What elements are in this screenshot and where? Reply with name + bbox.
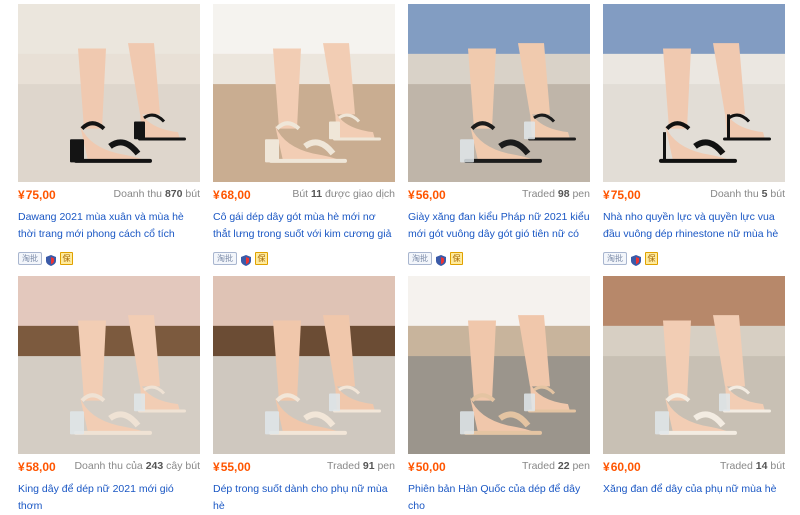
guarantee-badge[interactable]: 保 (255, 251, 268, 265)
sales-suffix: pen (572, 188, 590, 200)
product-price: ¥68,00 (213, 188, 251, 202)
guarantee-badge[interactable]: 保 (645, 251, 658, 265)
currency-symbol: ¥ (408, 188, 415, 202)
sales-suffix: bút (770, 460, 785, 472)
sales-prefix: Traded (327, 460, 360, 472)
guarantee-badge[interactable]: 保 (450, 251, 463, 265)
product-title-link[interactable]: Giày xăng đan kiểu Pháp nữ 2021 kiểu mới… (408, 209, 590, 243)
product-badges: 淘批 保 (18, 251, 73, 266)
sales-count: Traded 91 pen (327, 460, 395, 472)
sales-suffix: bút (185, 188, 200, 200)
product-title-link[interactable]: Dawang 2021 mùa xuân và mùa hè thời tran… (18, 209, 200, 243)
sales-prefix: Traded (522, 460, 555, 472)
product-image[interactable] (603, 4, 785, 182)
sales-count: Traded 14 bút (720, 460, 785, 472)
price-value: 75,00 (610, 188, 641, 202)
product-image[interactable] (18, 4, 200, 182)
sales-suffix: cây bút (166, 460, 200, 472)
sales-number: 11 (311, 188, 323, 200)
sales-number: 243 (145, 460, 164, 472)
product-price: ¥55,00 (213, 460, 251, 474)
sales-suffix: pen (377, 460, 395, 472)
wholesale-badge[interactable]: 淘批 (408, 251, 432, 265)
sales-count: Bút 11 được giao dịch (292, 188, 395, 200)
shield-icon[interactable] (436, 253, 446, 266)
sales-prefix: Doanh thu (710, 188, 759, 200)
sales-suffix: pen (572, 460, 590, 472)
price-value: 56,00 (415, 188, 446, 202)
price-value: 60,00 (610, 460, 641, 474)
product-title-link[interactable]: Dép trong suốt dành cho phụ nữ mùa hè (213, 481, 395, 515)
product-price: ¥60,00 (603, 460, 641, 474)
sales-count: Doanh thu 5 bút (710, 188, 785, 200)
product-image[interactable] (408, 276, 590, 454)
product-title-link[interactable]: Cô gái dép dây gót mùa hè mới nơ thắt lư… (213, 209, 395, 243)
currency-symbol: ¥ (213, 460, 220, 474)
price-value: 68,00 (220, 188, 251, 202)
sales-number: 14 (755, 460, 768, 472)
product-price: ¥75,00 (18, 188, 56, 202)
product-badges: 淘批 保 (603, 251, 658, 266)
shield-icon[interactable] (631, 253, 641, 266)
product-title-link[interactable]: King dây để dép nữ 2021 mới gió thơm (18, 481, 200, 515)
product-title-link[interactable]: Xăng đan để dây của phụ nữ mùa hè (603, 481, 785, 515)
sales-count: Traded 22 pen (522, 460, 590, 472)
product-image[interactable] (408, 4, 590, 182)
sales-suffix: được giao dịch (325, 188, 395, 200)
product-price: ¥50,00 (408, 460, 446, 474)
product-grid: ¥75,00 Doanh thu 870 bút Dawang 2021 mùa… (0, 0, 800, 512)
sales-prefix: Bút (292, 188, 309, 200)
sales-number: 22 (557, 460, 570, 472)
product-title-link[interactable]: Phiên bản Hàn Quốc của dép để dây cho (408, 481, 590, 515)
product-price: ¥56,00 (408, 188, 446, 202)
sales-number: 5 (761, 188, 768, 200)
sales-number: 870 (164, 188, 183, 200)
price-value: 75,00 (25, 188, 56, 202)
sales-prefix: Traded (522, 188, 555, 200)
shield-icon[interactable] (241, 253, 251, 266)
sales-prefix: Traded (719, 460, 753, 472)
sales-number: 98 (557, 188, 570, 200)
product-image[interactable] (603, 276, 785, 454)
sales-count: Doanh thu 870 bút (114, 188, 200, 200)
currency-symbol: ¥ (18, 188, 25, 202)
product-title-link[interactable]: Nhà nho quyền lực và quyền lực vua đầu v… (603, 209, 785, 243)
currency-symbol: ¥ (603, 460, 610, 474)
currency-symbol: ¥ (408, 460, 415, 474)
guarantee-badge[interactable]: 保 (60, 251, 73, 265)
product-badges: 淘批 保 (408, 251, 463, 266)
wholesale-badge[interactable]: 淘批 (18, 251, 42, 265)
sales-count: Traded 98 pen (522, 188, 590, 200)
price-value: 55,00 (220, 460, 251, 474)
currency-symbol: ¥ (603, 188, 610, 202)
currency-symbol: ¥ (18, 460, 25, 474)
wholesale-badge[interactable]: 淘批 (213, 251, 237, 265)
sales-prefix: Doanh thu (113, 188, 163, 200)
sales-count: Doanh thu của 243 cây bút (74, 460, 200, 472)
sales-prefix: Doanh thu của (74, 460, 143, 472)
product-image[interactable] (213, 4, 395, 182)
product-price: ¥58,00 (18, 460, 56, 474)
product-price: ¥75,00 (603, 188, 641, 202)
product-image[interactable] (213, 276, 395, 454)
price-value: 58,00 (25, 460, 56, 474)
currency-symbol: ¥ (213, 188, 220, 202)
sales-suffix: bút (770, 188, 785, 200)
product-image[interactable] (18, 276, 200, 454)
price-value: 50,00 (415, 460, 446, 474)
shield-icon[interactable] (46, 253, 56, 266)
product-badges: 淘批 保 (213, 251, 268, 266)
sales-number: 91 (362, 460, 375, 472)
wholesale-badge[interactable]: 淘批 (603, 251, 627, 265)
